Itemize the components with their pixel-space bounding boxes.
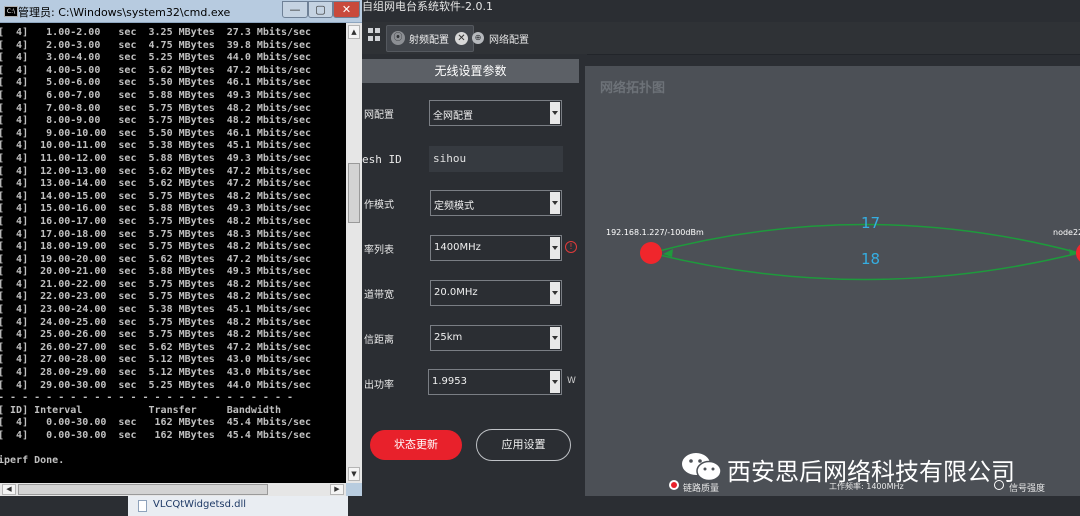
mesh-id-value: sihou [433,152,467,165]
file-name: VLCQtWidgetsd.dll [153,499,247,510]
node-b [1076,244,1080,262]
cmd-title: 管理员: C:\Windows\system32\cmd.exe [18,6,231,19]
network-config-label: 网配置 [364,110,394,121]
work-mode-select[interactable]: 定频模式 [430,190,562,216]
antenna-icon: ⦿ [391,31,405,45]
distance-select[interactable]: 25km [430,325,562,351]
scroll-thumb[interactable] [348,163,360,223]
vertical-scrollbar[interactable]: ▲ ▼ [346,23,362,483]
topology-graph [640,223,1080,281]
node-b-label: node22 [1053,228,1080,237]
bandwidth-value: 20.0MHz [434,287,478,298]
distance-value: 25km [434,332,463,343]
link-quality-radio-icon[interactable] [669,480,679,490]
scroll-right-icon[interactable]: ▶ [330,484,344,495]
chevron-down-icon [550,192,560,214]
freq-list-label: 率列表 [364,245,394,256]
tab-close-icon[interactable]: ✕ [455,32,468,45]
tab-rf-config[interactable]: ⦿ 射频配置 ✕ [386,25,474,52]
link-quality-label: 链路质量 [683,484,720,494]
node-a-label: 192.168.1.227/-100dBm [606,228,704,237]
work-frequency-label: 工作频率: 1400MHz [829,482,904,491]
tab-rf-config-label: 射频配置 [409,35,449,46]
scroll-left-icon[interactable]: ◀ [2,484,16,495]
link-upper-label: 17 [861,214,881,232]
work-mode-label: 作模式 [364,200,394,211]
scroll-up-icon[interactable]: ▲ [348,25,360,39]
tab-network-config[interactable]: 网络配置 [489,31,529,46]
wireless-settings-header: 无线设置参数 [362,59,579,83]
horizontal-scrollbar[interactable]: ◀ ▶ [0,483,346,496]
status-update-button[interactable]: 状态更新 [370,430,462,460]
work-mode-value: 定频模式 [434,201,474,212]
mesh-id-label: esh ID [362,153,402,166]
wechat-icon [682,453,722,482]
warning-icon[interactable]: ! [565,241,577,253]
node-a [640,242,662,264]
chevron-down-icon [550,327,560,349]
chevron-down-icon [550,371,560,393]
maximize-button[interactable]: ▢ [308,1,333,18]
network-icon: ⊕ [472,32,484,44]
power-unit: W [567,376,576,386]
close-button[interactable]: ✕ [333,1,360,18]
console-text: [ 4] 1.00-2.00 sec 3.25 MBytes 27.3 Mbit… [0,27,312,467]
scroll-down-icon[interactable]: ▼ [348,467,360,481]
apply-settings-button[interactable]: 应用设置 [476,429,571,461]
console-output[interactable]: [ 4] 1.00-2.00 sec 3.25 MBytes 27.3 Mbit… [0,23,346,483]
cmd-icon: C:\ [4,6,18,17]
minimize-button[interactable]: — [282,1,308,18]
link-lower-label: 18 [861,250,881,268]
file-item[interactable]: VLCQtWidgetsd.dll [128,496,348,516]
signal-strength-label: 信号强度 [1009,484,1046,494]
freq-list-select[interactable]: 1400MHz [430,235,562,261]
scroll-thumb[interactable] [18,484,268,495]
bandwidth-select[interactable]: 20.0MHz [430,280,562,306]
freq-list-value: 1400MHz [434,242,481,253]
mesh-id-input[interactable]: sihou [429,146,563,172]
network-config-value: 全网配置 [433,111,473,122]
power-value: 1.9953 [432,376,467,387]
network-config-select[interactable]: 全网配置 [429,100,562,126]
file-icon [138,500,147,512]
bandwidth-label: 道带宽 [364,290,394,301]
distance-label: 信距离 [364,335,394,346]
signal-strength-radio-icon[interactable] [994,480,1004,490]
grid-menu-icon[interactable] [368,28,380,42]
power-select[interactable]: 1.9953 [428,369,562,395]
app-title: 自组网电台系统软件-2.0.1 [362,0,493,13]
chevron-down-icon [550,282,560,304]
chevron-down-icon [550,237,560,259]
power-label: 出功率 [364,380,394,391]
chevron-down-icon [550,102,560,124]
